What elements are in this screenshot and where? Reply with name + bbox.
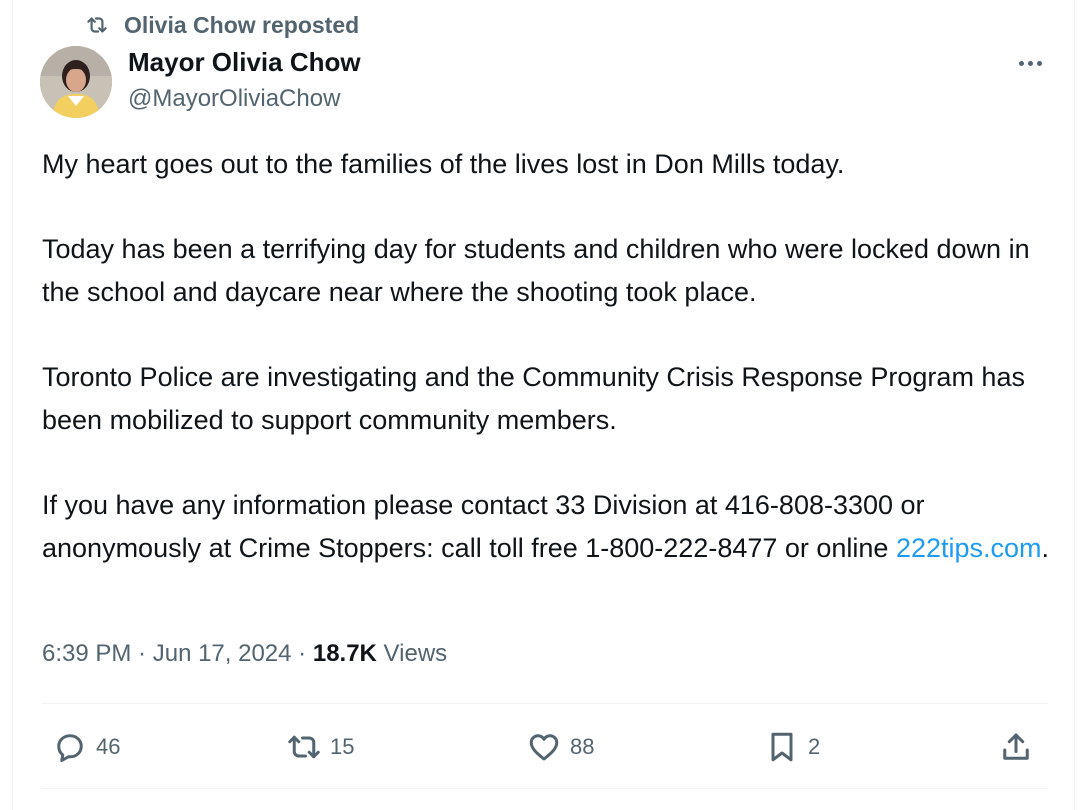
author-name[interactable]: Mayor Olivia Chow [128,47,361,78]
contact-text: If you have any information please conta… [42,490,925,563]
share-icon [1003,733,1029,760]
tweet-paragraph-contact: If you have any information please conta… [42,484,1052,570]
repost-button[interactable]: 15 [286,728,354,766]
right-border [1074,0,1075,810]
tweet-meta: 6:39 PM · Jun 17, 2024 · 18.7K Views [42,640,447,668]
more-options-icon [1018,60,1024,66]
meta-separator: · [131,640,153,667]
meta-separator: · [291,640,313,667]
repost-icon [87,17,107,33]
heart-icon [529,734,559,761]
tweet-paragraph: Today has been a terrifying day for stud… [42,234,1030,307]
tips-link[interactable]: 222tips.com [896,533,1042,563]
more-options-icon-dot [1027,60,1033,66]
tweet-paragraph: Toronto Police are investigating and the… [42,362,1025,435]
tweet-time[interactable]: 6:39 PM [42,640,131,668]
repost-banner-text: Olivia Chow reposted [124,11,360,38]
repost-banner[interactable]: Olivia Chow reposted [84,10,359,40]
repost-icon [288,735,320,759]
divider [42,703,1048,704]
like-button[interactable]: 88 [526,728,594,766]
tweet-text: My heart goes out to the families of the… [42,143,1052,570]
bookmark-count: 2 [808,734,821,759]
avatar[interactable] [40,46,112,118]
profile-photo [40,46,112,118]
views-count[interactable]: 18.7K [313,640,377,668]
more-options-icon-dot [1036,60,1042,66]
bookmark-icon [771,732,793,762]
tweet-date[interactable]: Jun 17, 2024 [153,640,292,668]
reply-icon [57,734,83,762]
bookmark-button[interactable]: 2 [764,728,820,766]
reply-button[interactable]: 46 [52,728,120,766]
trailing-period: . [1041,533,1050,563]
repost-count: 15 [330,734,355,759]
more-options-button[interactable] [1010,48,1050,78]
left-border [12,0,13,810]
author-handle[interactable]: @MayorOliviaChow [128,85,340,113]
reply-count: 46 [96,734,121,759]
like-count: 88 [570,734,595,759]
views-label: Views [376,640,448,667]
share-button[interactable] [998,728,1034,766]
tweet-paragraph: My heart goes out to the families of the… [42,149,845,179]
divider [42,788,1048,789]
